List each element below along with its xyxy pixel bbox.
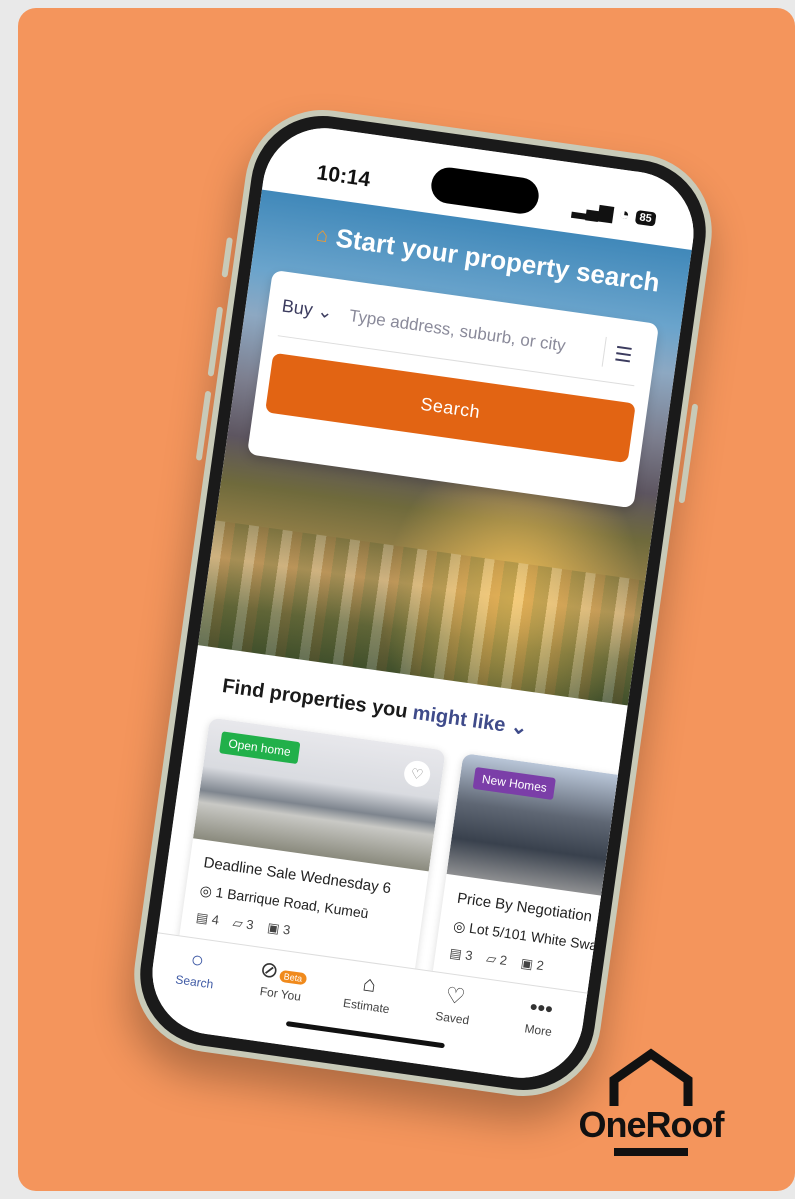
chevron-down-icon: ⌄ [316, 300, 335, 323]
listing-type-dropdown[interactable]: Buy ⌄ [280, 295, 335, 324]
logo-wordmark: OneRoof [578, 1104, 725, 1145]
wifi-icon: ◔ [617, 203, 632, 225]
estimate-house-icon: ⌂ [361, 970, 378, 998]
property-specs: ▤ 4 ▱ 3 ▣ 3 [195, 910, 291, 939]
heart-icon: ♡ [409, 764, 425, 783]
status-time: 10:14 [315, 161, 372, 192]
search-input[interactable] [344, 298, 612, 370]
search-icon: ○ [189, 946, 206, 973]
search-button[interactable]: Search [265, 352, 636, 464]
tab-label: Estimate [342, 995, 391, 1017]
phone-mockup: 10:14 ▂▄▆ ◔ 85 ⌂ Start your property sea… [124, 99, 722, 1107]
signal-icon: ▂▄▆ [571, 197, 615, 223]
oneroof-logo: OneRoof [566, 1048, 736, 1158]
tab-label: Saved [434, 1008, 471, 1028]
more-dots-icon: ••• [528, 993, 555, 1022]
recommendations-title-prefix: Find properties you [220, 675, 415, 724]
bathrooms-count: ▱ 3 [231, 914, 255, 933]
beta-badge: Beta [279, 969, 307, 986]
tab-search[interactable]: ○ Search [153, 942, 234, 1036]
listing-type-label: Buy [280, 295, 315, 320]
tab-label: More [523, 1021, 553, 1040]
carparks-count: ▣ 3 [266, 919, 292, 938]
tab-saved[interactable]: ♡ Saved [411, 979, 492, 1073]
dynamic-island [429, 165, 541, 216]
battery-icon: 85 [634, 209, 657, 227]
sliders-icon: ☰ [613, 342, 634, 368]
search-card: Buy ⌄ ☰ Search [247, 269, 660, 509]
recommendations-filter-link[interactable]: might like [411, 702, 507, 737]
status-indicators: ▂▄▆ ◔ 85 [571, 197, 657, 229]
chevron-down-icon: ⌄ [509, 715, 529, 740]
home-icon: ⌂ [314, 223, 330, 248]
tab-label: Search [174, 972, 215, 992]
promo-background: 10:14 ▂▄▆ ◔ 85 ⌂ Start your property sea… [18, 8, 795, 1191]
heart-icon: ♡ [443, 982, 467, 1010]
logo-underline [614, 1148, 688, 1156]
tab-for-you[interactable]: ⊘ Beta For You [239, 954, 320, 1048]
tab-estimate[interactable]: ⌂ Estimate [325, 967, 406, 1061]
bedrooms-count: ▤ 4 [195, 909, 221, 928]
tab-label: For You [258, 984, 302, 1004]
for-you-icon: ⊘ Beta [259, 956, 309, 986]
hero-banner: ⌂ Start your property search Buy ⌄ ☰ Sea… [197, 183, 693, 710]
carparks-count: ▣ 2 [519, 955, 545, 974]
bathrooms-count: ▱ 2 [485, 950, 509, 969]
roof-icon [609, 1048, 693, 1106]
property-specs: ▤ 3 ▱ 2 ▣ 2 [448, 945, 545, 974]
bedrooms-count: ▤ 3 [448, 945, 474, 964]
filter-button[interactable]: ☰ [601, 336, 645, 372]
